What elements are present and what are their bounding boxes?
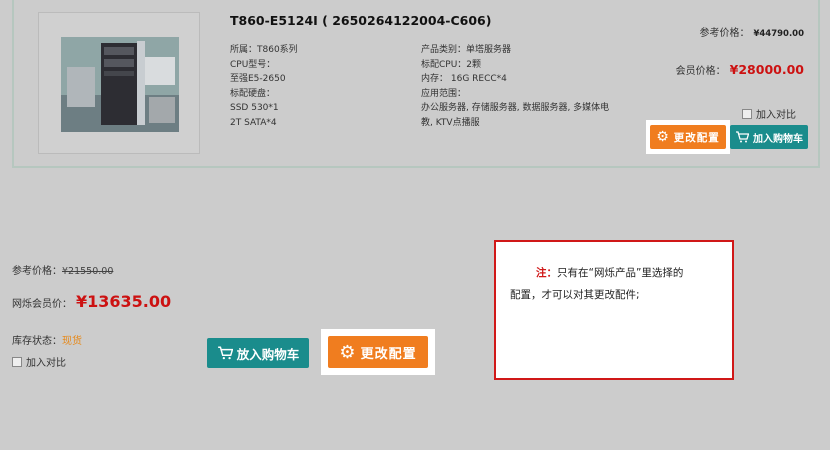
cart-icon: [735, 131, 749, 143]
product-image[interactable]: [38, 12, 200, 154]
bottom-member-price: 网烁会员价： ¥13635.00: [12, 292, 171, 311]
spec-cpu-count: 标配CPU：2颗: [421, 59, 482, 70]
bottom-compare-toggle[interactable]: 加入对比: [12, 354, 66, 369]
bottom-ref-price: 参考价格：¥21550.00: [12, 262, 113, 277]
bottom-member-price-label: 网烁会员价：: [12, 299, 72, 310]
bottom-compare-checkbox[interactable]: [12, 356, 22, 367]
stock-label: 库存状态：: [12, 336, 62, 347]
spec-disk-sata: 2T SATA*4: [230, 117, 277, 128]
member-price-value: ¥28000.00: [729, 62, 804, 77]
spec-cpu-model: 至强E5-2650: [230, 74, 286, 84]
ref-price-value: ¥44790.00: [753, 29, 804, 39]
compare-checkbox[interactable]: [742, 108, 752, 119]
spec-memory: 内存： 16G RECC*4: [421, 74, 507, 84]
change-config-frame: ⚙ 更改配置: [646, 120, 730, 154]
product-title[interactable]: T860-E5124I ( 2650264122004-C606): [230, 13, 491, 28]
spec-series: 所属：T860系列: [230, 45, 298, 55]
spec-disk-ssd: SSD 530*1: [230, 103, 279, 113]
stock-value: 现货: [62, 336, 82, 347]
spec-disk-label: 标配硬盘：: [230, 88, 276, 99]
spec-category: 产品类别：单塔服务器: [421, 45, 512, 55]
bottom-member-price-value: ¥13635.00: [76, 292, 172, 311]
put-in-cart-button[interactable]: 放入购物车: [207, 338, 309, 368]
bottom-ref-price-value: ¥21550.00: [62, 266, 114, 277]
config-note: 注：只有在“网烁产品”里选择的 配置，才可以对其更改配件;: [494, 240, 734, 380]
member-price: 会员价格： ¥28000.00: [604, 62, 804, 77]
put-in-cart-label: 放入购物车: [236, 346, 300, 362]
add-cart-button[interactable]: 加入购物车: [730, 125, 808, 149]
stock-status: 库存状态：现货: [12, 332, 82, 347]
add-cart-label: 加入购物车: [753, 133, 803, 145]
cart-icon: [217, 346, 233, 360]
gear-icon: ⚙: [656, 129, 670, 145]
spec-usage-label: 应用范围：: [421, 88, 467, 99]
bottom-compare-label: 加入对比: [26, 358, 66, 369]
price-box: 参考价格： ¥44790.00 会员价格： ¥28000.00: [604, 24, 804, 77]
spec-cpu-model-label: CPU型号：: [230, 59, 276, 70]
specs-left: 所属：T860系列 CPU型号： 至强E5-2650 标配硬盘： SSD 530…: [230, 43, 400, 130]
compare-toggle[interactable]: 加入对比: [742, 106, 796, 121]
bottom-change-config-label: 更改配置: [360, 346, 417, 362]
note-text-2: 配置，才可以对其更改配件;: [510, 289, 640, 301]
bottom-ref-price-label: 参考价格：: [12, 266, 62, 277]
change-config-button[interactable]: ⚙ 更改配置: [650, 125, 726, 149]
note-text-1: 只有在“网烁产品”里选择的: [557, 267, 684, 279]
change-config-label: 更改配置: [673, 131, 720, 144]
spec-usage: 办公服务器, 存储服务器, 数据服务器, 多媒体电教, KTV点播服: [421, 103, 610, 128]
server-image: [61, 37, 179, 132]
specs-right: 产品类别：单塔服务器 标配CPU：2颗 内存： 16G RECC*4 应用范围：…: [421, 43, 621, 130]
note-head: 注：: [536, 267, 557, 279]
compare-label: 加入对比: [756, 110, 796, 121]
product-card: T860-E5124I ( 2650264122004-C606) 所属：T86…: [12, 0, 820, 168]
bottom-change-config-button[interactable]: ⚙ 更改配置: [328, 336, 428, 368]
ref-price: 参考价格： ¥44790.00: [604, 24, 804, 39]
bottom-change-config-frame: ⚙ 更改配置: [321, 329, 435, 375]
member-price-label: 会员价格：: [675, 66, 726, 77]
ref-price-label: 参考价格：: [699, 28, 750, 39]
gear-icon: ⚙: [339, 341, 357, 363]
